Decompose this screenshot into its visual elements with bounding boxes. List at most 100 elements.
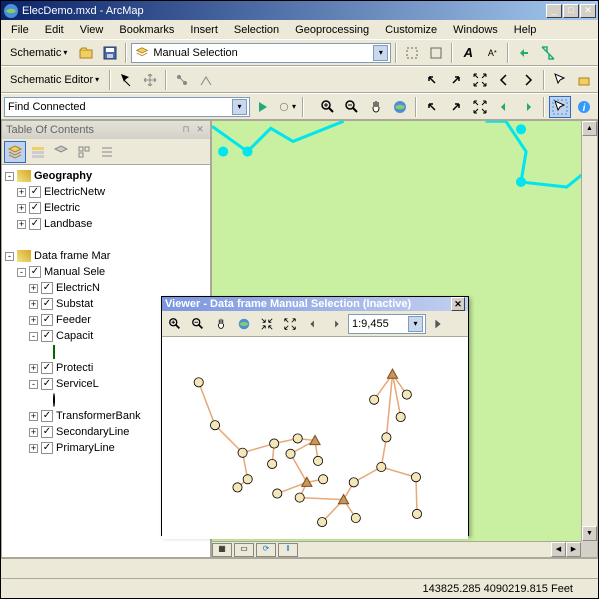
layer-checkbox[interactable]: ✓: [41, 426, 53, 438]
viewer-expand-icon[interactable]: [279, 313, 301, 335]
toc-pin-icon[interactable]: ⊓: [180, 124, 192, 136]
fullext-ne-icon[interactable]: [445, 96, 467, 118]
minimize-button[interactable]: _: [546, 4, 562, 18]
expander-icon[interactable]: -: [5, 252, 14, 261]
layer-checkbox[interactable]: ✓: [29, 218, 41, 230]
layer-checkbox[interactable]: ✓: [41, 298, 53, 310]
layout-view-tab[interactable]: ▭: [234, 543, 254, 557]
vertical-scrollbar[interactable]: ▲ ▼: [581, 121, 597, 541]
expander-icon[interactable]: +: [29, 300, 38, 309]
layer-checkbox[interactable]: ✓: [41, 442, 53, 454]
menu-windows[interactable]: Windows: [446, 22, 505, 38]
viewer-canvas[interactable]: [162, 337, 468, 539]
save-schematic-icon[interactable]: [99, 42, 121, 64]
expand-icon[interactable]: [469, 69, 491, 91]
toc-options-icon[interactable]: [96, 141, 118, 163]
viewer-scale-combo[interactable]: 1:9,455 ▾: [348, 314, 426, 334]
maximize-button[interactable]: □: [563, 4, 579, 18]
data-view-tab[interactable]: ▦: [212, 543, 232, 557]
viewer-close-button[interactable]: ✕: [451, 297, 465, 311]
pan-icon[interactable]: [365, 96, 387, 118]
globe-icon[interactable]: [389, 96, 411, 118]
viewer-collapse-icon[interactable]: [256, 313, 278, 335]
viewer-prev-icon[interactable]: [302, 313, 324, 335]
tree-node[interactable]: [5, 232, 207, 248]
schematic-combo[interactable]: Manual Selection ▾: [131, 43, 391, 63]
tool-d-icon[interactable]: [195, 69, 217, 91]
menu-file[interactable]: File: [4, 22, 36, 38]
schematic-menu[interactable]: Schematic: [4, 42, 73, 64]
layer-checkbox[interactable]: ✓: [29, 186, 41, 198]
layer-checkbox[interactable]: ✓: [29, 202, 41, 214]
select-elements-icon[interactable]: [549, 96, 571, 118]
open-schematic-icon[interactable]: [75, 42, 97, 64]
viewer-globe-icon[interactable]: [233, 313, 255, 335]
scroll-up-icon[interactable]: ▲: [582, 121, 597, 136]
toc-list-by-visibility-icon[interactable]: [50, 141, 72, 163]
increase-icon[interactable]: [537, 42, 559, 64]
move-tool-icon[interactable]: [139, 69, 161, 91]
tree-node[interactable]: +✓ElectricNetw: [5, 184, 207, 200]
scroll-left-icon[interactable]: ◀: [551, 542, 566, 557]
layer-checkbox[interactable]: ✓: [41, 314, 53, 326]
expander-icon[interactable]: -: [17, 268, 26, 277]
run-icon[interactable]: [252, 96, 274, 118]
fullext-nw-icon[interactable]: [421, 96, 443, 118]
tree-node[interactable]: +✓Landbase: [5, 216, 207, 232]
toc-list-by-selection-icon[interactable]: [73, 141, 95, 163]
right-icon[interactable]: [517, 69, 539, 91]
schematic-editor-menu[interactable]: Schematic Editor: [4, 69, 105, 91]
text-tool2-icon[interactable]: A*: [481, 42, 503, 64]
viewer-window[interactable]: Viewer - Data frame Manual Selection (In…: [161, 296, 469, 536]
combo-arrow-icon[interactable]: ▾: [373, 45, 388, 61]
zoom-out-icon[interactable]: [341, 96, 363, 118]
menu-bookmarks[interactable]: Bookmarks: [112, 22, 181, 38]
horizontal-scrollbar[interactable]: ▦ ▭ ⟳ ‖ ◀ ▶: [212, 541, 581, 557]
expander-icon[interactable]: +: [17, 204, 26, 213]
select-tool-icon[interactable]: [549, 69, 571, 91]
refresh-icon[interactable]: ⟳: [256, 543, 276, 557]
layer-checkbox[interactable]: ✓: [29, 266, 41, 278]
close-button[interactable]: ✕: [580, 4, 596, 18]
left-icon[interactable]: [493, 69, 515, 91]
layer-checkbox[interactable]: ✓: [41, 330, 53, 342]
tree-node[interactable]: +✓Electric: [5, 200, 207, 216]
menu-view[interactable]: View: [73, 22, 111, 38]
text-tool-icon[interactable]: A: [457, 42, 479, 64]
toc-close-icon[interactable]: ✕: [194, 124, 206, 136]
toc-list-by-drawing-icon[interactable]: [4, 141, 26, 163]
prev-extent-icon[interactable]: [493, 96, 515, 118]
expander-icon[interactable]: -: [29, 380, 38, 389]
tree-node[interactable]: -Geography: [5, 168, 207, 184]
next-extent-icon[interactable]: [517, 96, 539, 118]
tree-node[interactable]: +✓ElectricN: [5, 280, 207, 296]
menu-help[interactable]: Help: [507, 22, 544, 38]
expander-icon[interactable]: +: [29, 364, 38, 373]
zoom-in-icon[interactable]: [317, 96, 339, 118]
combo-arrow-icon[interactable]: ▾: [232, 99, 247, 115]
identify-icon[interactable]: i: [573, 96, 595, 118]
menu-customize[interactable]: Customize: [378, 22, 444, 38]
menu-selection[interactable]: Selection: [227, 22, 286, 38]
ne-icon[interactable]: [445, 69, 467, 91]
expander-icon[interactable]: +: [29, 428, 38, 437]
layer-checkbox[interactable]: ✓: [41, 362, 53, 374]
layer-checkbox[interactable]: ✓: [41, 410, 53, 422]
expander-icon[interactable]: +: [17, 220, 26, 229]
expander-icon[interactable]: +: [29, 444, 38, 453]
expander-icon[interactable]: +: [29, 316, 38, 325]
viewer-next-icon[interactable]: [325, 313, 347, 335]
tree-node[interactable]: -✓Manual Sele: [5, 264, 207, 280]
menu-insert[interactable]: Insert: [183, 22, 225, 38]
expander-icon[interactable]: -: [5, 172, 14, 181]
expander-icon[interactable]: +: [17, 188, 26, 197]
tool-c-icon[interactable]: [171, 69, 193, 91]
fullext-icon[interactable]: [469, 96, 491, 118]
tree-node[interactable]: -Data frame Mar: [5, 248, 207, 264]
edit-tool-icon[interactable]: [115, 69, 137, 91]
pan-tool-icon[interactable]: [573, 69, 595, 91]
layer-checkbox[interactable]: ✓: [41, 282, 53, 294]
menu-geoprocessing[interactable]: Geoprocessing: [288, 22, 376, 38]
viewer-pan-icon[interactable]: [210, 313, 232, 335]
nw-icon[interactable]: [421, 69, 443, 91]
